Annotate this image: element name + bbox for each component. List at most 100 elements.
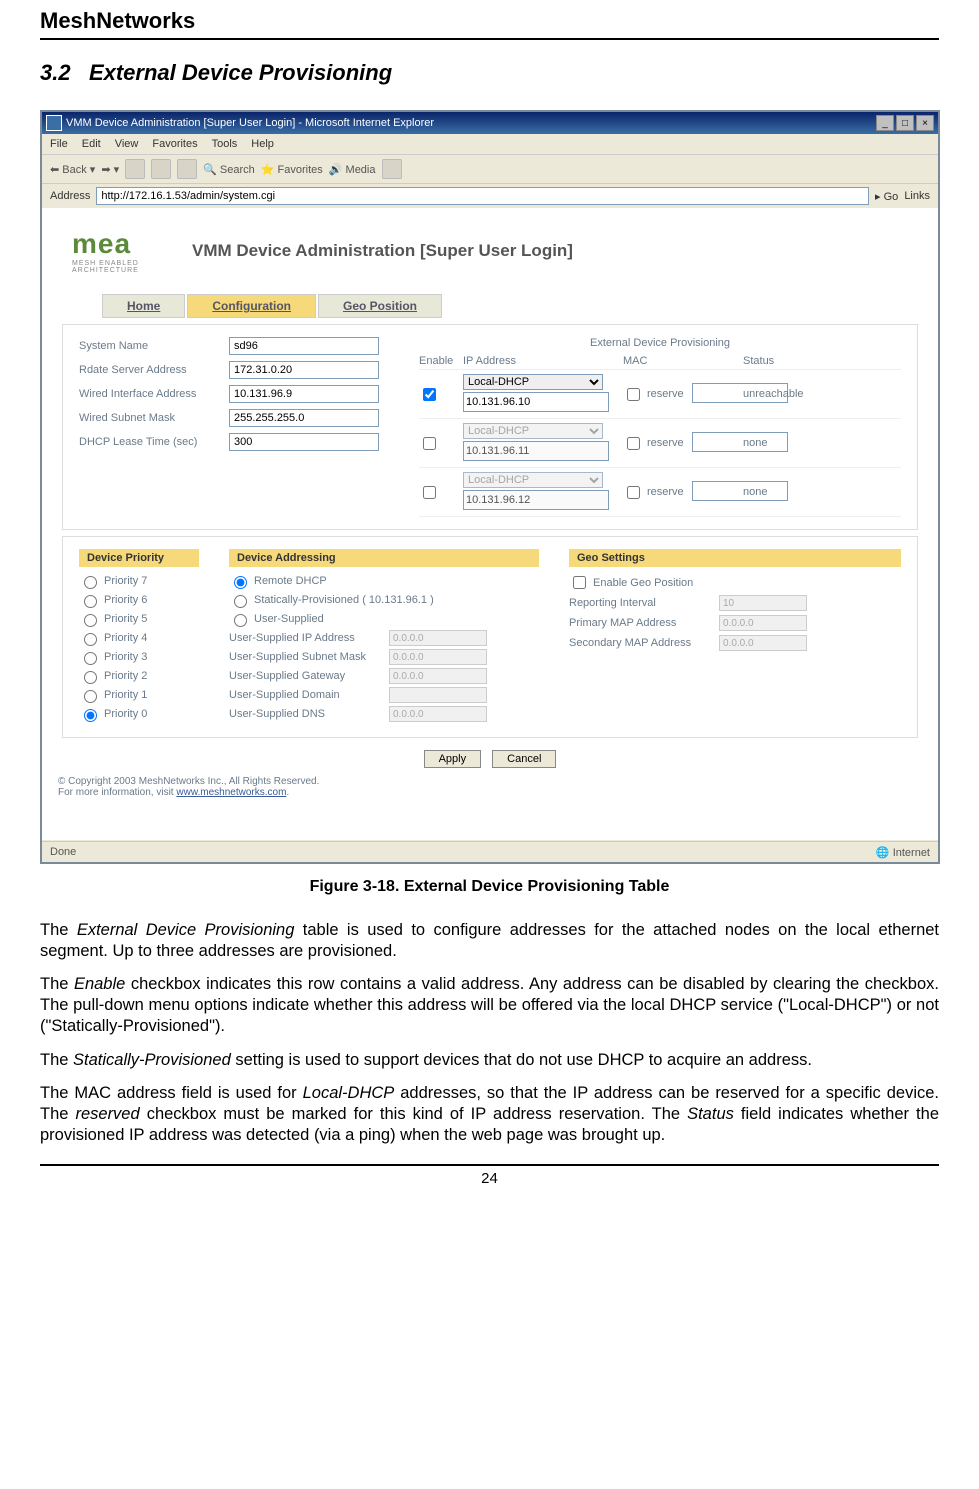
menu-edit[interactable]: Edit bbox=[82, 138, 101, 150]
edp-type-select[interactable]: Local-DHCP bbox=[463, 423, 603, 439]
status-zone: 🌐 Internet bbox=[876, 846, 930, 859]
menu-favorites[interactable]: Favorites bbox=[152, 138, 197, 150]
edp-ip-input[interactable] bbox=[463, 441, 609, 461]
status-done: Done bbox=[50, 846, 76, 858]
copyright-text: © Copyright 2003 MeshNetworks Inc., All … bbox=[58, 776, 319, 787]
primary-map-label: Primary MAP Address bbox=[569, 617, 719, 629]
search-button[interactable]: 🔍 Search bbox=[203, 163, 255, 176]
user-mask-input[interactable] bbox=[389, 649, 487, 665]
priority-radio[interactable] bbox=[84, 633, 97, 646]
secondary-map-input[interactable] bbox=[719, 635, 807, 651]
edp-row: Local-DHCP reserve none bbox=[419, 419, 901, 468]
address-input[interactable] bbox=[96, 187, 869, 205]
menu-bar: File Edit View Favorites Tools Help bbox=[42, 134, 938, 155]
priority-radio[interactable] bbox=[84, 614, 97, 627]
user-dns-input[interactable] bbox=[389, 706, 487, 722]
apply-button[interactable]: Apply bbox=[424, 750, 482, 768]
edp-type-select[interactable]: Local-DHCP bbox=[463, 374, 603, 390]
favorites-button[interactable]: ⭐ Favorites bbox=[261, 163, 323, 176]
go-button[interactable]: ▸ Go bbox=[875, 190, 898, 203]
minimize-button[interactable]: _ bbox=[876, 115, 894, 131]
page-title: VMM Device Administration [Super User Lo… bbox=[192, 241, 573, 261]
ie-icon bbox=[46, 115, 62, 131]
tab-configuration[interactable]: Configuration bbox=[187, 294, 316, 318]
edp-status: none bbox=[743, 486, 901, 498]
reporting-input[interactable] bbox=[719, 595, 807, 611]
forward-button[interactable]: ➡ ▾ bbox=[101, 163, 119, 176]
user-gw-input[interactable] bbox=[389, 668, 487, 684]
paragraph-3: The Statically-Provisioned setting is us… bbox=[40, 1050, 939, 1071]
rdate-label: Rdate Server Address bbox=[79, 364, 229, 376]
user-ip-input[interactable] bbox=[389, 630, 487, 646]
edp-row: Local-DHCP reserve none bbox=[419, 468, 901, 517]
figure-caption: Figure 3-18. External Device Provisionin… bbox=[40, 878, 939, 896]
tab-home[interactable]: Home bbox=[102, 294, 185, 318]
edp-reserve-checkbox[interactable] bbox=[627, 388, 640, 401]
edp-enable-checkbox[interactable] bbox=[423, 388, 436, 401]
dhcp-lease-input[interactable] bbox=[229, 433, 379, 451]
edp-header-mac: MAC bbox=[623, 355, 743, 367]
menu-help[interactable]: Help bbox=[251, 138, 274, 150]
maximize-button[interactable]: □ bbox=[896, 115, 914, 131]
back-button[interactable]: ⬅ Back ▾ bbox=[50, 163, 95, 176]
addressing-label: User-Supplied bbox=[254, 613, 324, 625]
addressing-radio[interactable] bbox=[234, 576, 247, 589]
paragraph-4: The MAC address field is used for Local-… bbox=[40, 1083, 939, 1146]
primary-map-input[interactable] bbox=[719, 615, 807, 631]
rdate-input[interactable] bbox=[229, 361, 379, 379]
edp-enable-checkbox[interactable] bbox=[423, 486, 436, 499]
device-priority-section: Device Priority Priority 7 Priority 6 Pr… bbox=[79, 549, 199, 725]
system-name-input[interactable] bbox=[229, 337, 379, 355]
page-content: mea MESH ENABLED ARCHITECTURE VMM Device… bbox=[42, 208, 938, 840]
addressing-radio[interactable] bbox=[234, 614, 247, 627]
addressing-radio[interactable] bbox=[234, 595, 247, 608]
links-label[interactable]: Links bbox=[904, 190, 930, 202]
tab-geo-position[interactable]: Geo Position bbox=[318, 294, 442, 318]
cancel-button[interactable]: Cancel bbox=[492, 750, 556, 768]
menu-tools[interactable]: Tools bbox=[212, 138, 238, 150]
close-button[interactable]: × bbox=[916, 115, 934, 131]
priority-radio[interactable] bbox=[84, 595, 97, 608]
reserve-label: reserve bbox=[647, 486, 684, 498]
edp-table: External Device Provisioning Enable IP A… bbox=[419, 337, 901, 517]
edp-type-select[interactable]: Local-DHCP bbox=[463, 472, 603, 488]
wired-mask-input[interactable] bbox=[229, 409, 379, 427]
edp-ip-input[interactable] bbox=[463, 490, 609, 510]
user-domain-input[interactable] bbox=[389, 687, 487, 703]
priority-label: Priority 3 bbox=[104, 651, 147, 663]
priority-radio[interactable] bbox=[84, 652, 97, 665]
priority-radio[interactable] bbox=[84, 671, 97, 684]
upper-panel: System Name Rdate Server Address Wired I… bbox=[62, 324, 918, 530]
edp-header-enable: Enable bbox=[419, 355, 463, 367]
home-icon[interactable] bbox=[177, 159, 197, 179]
stop-icon[interactable] bbox=[125, 159, 145, 179]
lower-panel: Device Priority Priority 7 Priority 6 Pr… bbox=[62, 536, 918, 738]
priority-radio[interactable] bbox=[84, 576, 97, 589]
window-title: VMM Device Administration [Super User Lo… bbox=[66, 117, 434, 129]
priority-label: Priority 0 bbox=[104, 708, 147, 720]
edp-reserve-checkbox[interactable] bbox=[627, 437, 640, 450]
menu-view[interactable]: View bbox=[115, 138, 139, 150]
addressing-label: Statically-Provisioned ( 10.131.96.1 ) bbox=[254, 594, 434, 606]
meshnetworks-link[interactable]: www.meshnetworks.com bbox=[176, 787, 286, 798]
edp-enable-checkbox[interactable] bbox=[423, 437, 436, 450]
priority-radio[interactable] bbox=[84, 709, 97, 722]
edp-ip-input[interactable] bbox=[463, 392, 609, 412]
system-name-label: System Name bbox=[79, 340, 229, 352]
document-header: MeshNetworks bbox=[40, 0, 939, 40]
history-icon[interactable] bbox=[382, 159, 402, 179]
more-info-text: For more information, visit bbox=[58, 787, 176, 798]
enable-geo-checkbox[interactable] bbox=[573, 576, 586, 589]
secondary-map-label: Secondary MAP Address bbox=[569, 637, 719, 649]
edp-reserve-checkbox[interactable] bbox=[627, 486, 640, 499]
menu-file[interactable]: File bbox=[50, 138, 68, 150]
media-button[interactable]: 🔊 Media bbox=[329, 163, 376, 176]
edp-status: none bbox=[743, 437, 901, 449]
priority-radio[interactable] bbox=[84, 690, 97, 703]
priority-label: Priority 5 bbox=[104, 613, 147, 625]
wired-if-input[interactable] bbox=[229, 385, 379, 403]
refresh-icon[interactable] bbox=[151, 159, 171, 179]
copyright-footer: © Copyright 2003 MeshNetworks Inc., All … bbox=[58, 776, 922, 798]
section-title: External Device Provisioning bbox=[89, 60, 392, 85]
priority-label: Priority 6 bbox=[104, 594, 147, 606]
